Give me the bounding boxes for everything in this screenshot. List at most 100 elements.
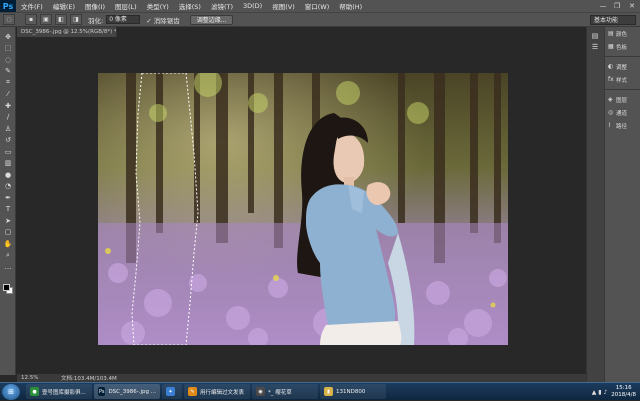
panel-item[interactable]: ◎ 通道 (605, 106, 640, 119)
properties-panel-icon[interactable]: ☰ (587, 42, 603, 54)
taskbar-item[interactable]: ✦ (162, 384, 182, 399)
panel-icon: ⌇ (608, 122, 611, 129)
move-icon[interactable]: ✥ (0, 31, 16, 43)
dodge-icon[interactable]: ◔ (0, 181, 16, 193)
taskbar-item[interactable]: ▮ 131ND800 (320, 384, 386, 399)
zoom-level[interactable]: 12.5% (17, 375, 57, 381)
menu-filter[interactable]: 滤镜(T) (206, 1, 238, 11)
document-size: 文档:103.4M/103.4M (61, 376, 117, 382)
menu-help[interactable]: 帮助(H) (334, 1, 367, 11)
menu-select[interactable]: 选择(S) (174, 1, 206, 11)
panel-label: 调整 (616, 64, 628, 71)
collapsed-dock: ▤ ☰ (586, 27, 604, 382)
windows-taskbar: ⊞ ● 壹号图库摄影俱... Ps DSC_3986-.jpg ... ✦ ✎ 用行编辑过文… (0, 382, 640, 400)
panel-label: 样式 (616, 77, 628, 84)
more-icon[interactable]: … (0, 261, 16, 273)
taskbar-item[interactable]: ● 壹号图库摄影俱... (26, 384, 92, 399)
menu-image[interactable]: 图像(I) (80, 1, 110, 11)
taskbar-item[interactable]: ✎ 用行编辑过文发表 (184, 384, 250, 399)
start-button[interactable]: ⊞ (2, 383, 20, 400)
document-tab[interactable]: DSC_3986-.jpg @ 12.5%(RGB/8*) * × (17, 27, 117, 37)
panel-divider (605, 53, 640, 57)
menu-type[interactable]: 类型(Y) (142, 1, 174, 11)
panel-item[interactable]: ▤ 颜色 (605, 27, 640, 40)
status-bar: 12.5% 文档:103.4M/103.4M (17, 374, 586, 382)
history-brush-icon[interactable]: ↺ (0, 135, 16, 147)
marquee-icon[interactable]: ⬚ (0, 43, 16, 55)
options-bar: ◌ ▪ ▣ ◧ ◨ 羽化: 0 像素 ✓ 消除锯齿 调整边缘... 基本功能 (0, 12, 640, 27)
restore-button[interactable]: ❐ (610, 0, 624, 12)
menu-window[interactable]: 窗口(W) (300, 1, 335, 11)
new-selection-icon[interactable]: ▪ (25, 14, 37, 25)
menu-layer[interactable]: 图层(L) (110, 1, 142, 11)
panel-item[interactable]: ▦ 色板 (605, 40, 640, 53)
antialias-checkbox[interactable]: ✓ 消除锯齿 (146, 15, 180, 25)
menu-file[interactable]: 文件(F) (16, 1, 48, 11)
taskbar-app-icon: Ps (98, 387, 106, 396)
lasso-icon[interactable]: ◌ (0, 54, 16, 66)
taskbar-app-icon: ● (30, 387, 39, 396)
subtract-selection-icon[interactable]: ◧ (55, 14, 67, 25)
shape-icon[interactable]: ▢ (0, 227, 16, 239)
gradient-icon[interactable]: ▥ (0, 158, 16, 170)
minimize-button[interactable]: — (596, 0, 610, 12)
close-button[interactable]: ✕ (625, 0, 639, 12)
panel-dock: ▤ 颜色 ▦ 色板 ◐ 调整 fx 样式 ◈ 图层 ◎ 通道 ⌇ 路径 (604, 27, 640, 382)
refine-edge-button[interactable]: 调整边缘... (189, 14, 234, 25)
brush-icon[interactable]: ∕ (0, 112, 16, 124)
crop-icon[interactable]: ⌗ (0, 77, 16, 89)
clock-date: 2018/4/8 (611, 392, 636, 398)
menu-3d[interactable]: 3D(D) (238, 2, 267, 10)
panel-item[interactable]: ◈ 图层 (605, 93, 640, 106)
lasso-selection-marquee (131, 73, 199, 345)
clock[interactable]: 15:16 2018/4/8 (611, 385, 636, 399)
panel-icon: ◈ (608, 96, 613, 103)
eyedropper-icon[interactable]: ⁄ (0, 89, 16, 101)
panel-item[interactable]: ⌇ 路径 (605, 119, 640, 132)
taskbar-item-label: 131ND800 (336, 388, 366, 395)
workspace-select[interactable]: 基本功能 (590, 15, 636, 25)
clone-stamp-icon[interactable]: ♙ (0, 123, 16, 135)
panel-label: 图层 (616, 97, 628, 104)
taskbar-item-label: DSC_3986-.jpg ... (108, 388, 156, 395)
pen-icon[interactable]: ✒ (0, 192, 16, 204)
menu-view[interactable]: 视图(V) (267, 1, 300, 11)
intersect-selection-icon[interactable]: ◨ (70, 14, 82, 25)
taskbar-app-icon: ◉ (256, 387, 265, 396)
history-panel-icon[interactable]: ▤ (587, 30, 603, 42)
photoshop-logo: Ps (0, 0, 16, 12)
zoom-icon[interactable]: ⌕ (0, 250, 16, 262)
panel-label: 路径 (616, 123, 628, 130)
hand-icon[interactable]: ✋ (0, 238, 16, 250)
add-selection-icon[interactable]: ▣ (40, 14, 52, 25)
panel-icon: ◎ (608, 109, 614, 116)
panel-item[interactable]: ◐ 调整 (605, 60, 640, 73)
taskbar-app-icon: ✦ (166, 387, 175, 396)
panel-icon: ▤ (608, 30, 614, 37)
feather-label: 羽化: (88, 16, 104, 25)
panel-icon: ▦ (608, 43, 614, 50)
panel-icon: ◐ (608, 63, 614, 70)
type-icon[interactable]: T (0, 204, 16, 216)
taskbar-item-label: 壹号图库摄影俱... (42, 389, 86, 396)
blur-icon[interactable]: ● (0, 169, 16, 181)
menu-bar: Ps 文件(F) 编辑(E) 图像(I) 图层(L) 类型(Y) 选择(S) 滤… (0, 0, 640, 12)
panel-icon: fx (608, 76, 614, 83)
panel-item[interactable]: fx 样式 (605, 73, 640, 86)
quick-select-icon[interactable]: ✎ (0, 66, 16, 78)
taskbar-app-icon: ✎ (188, 387, 197, 396)
tools-panel: ✥ ⬚ ◌ ✎ ⌗ ⁄ ✚ ∕ ♙ ↺ ▭ ▥ ● ◔ ✒ T ➤ ▢ ✋ ⌕… (0, 27, 16, 375)
healing-icon[interactable]: ✚ (0, 100, 16, 112)
menu-edit[interactable]: 编辑(E) (48, 1, 80, 11)
tray-icons[interactable]: ▲ ▮ ♪ (592, 389, 608, 396)
feather-input[interactable]: 0 像素 (106, 15, 141, 24)
lasso-tool-preset-icon[interactable]: ◌ (3, 14, 15, 25)
panel-label: 通道 (616, 110, 628, 117)
path-select-icon[interactable]: ➤ (0, 215, 16, 227)
taskbar-item[interactable]: ◉ *_ 缨花草 (252, 384, 318, 399)
clock-time: 15:16 (615, 385, 632, 391)
document-image[interactable] (98, 73, 508, 345)
taskbar-item[interactable]: Ps DSC_3986-.jpg ... (94, 384, 160, 399)
eraser-icon[interactable]: ▭ (0, 146, 16, 158)
foreground-color-swatch[interactable] (3, 284, 10, 291)
